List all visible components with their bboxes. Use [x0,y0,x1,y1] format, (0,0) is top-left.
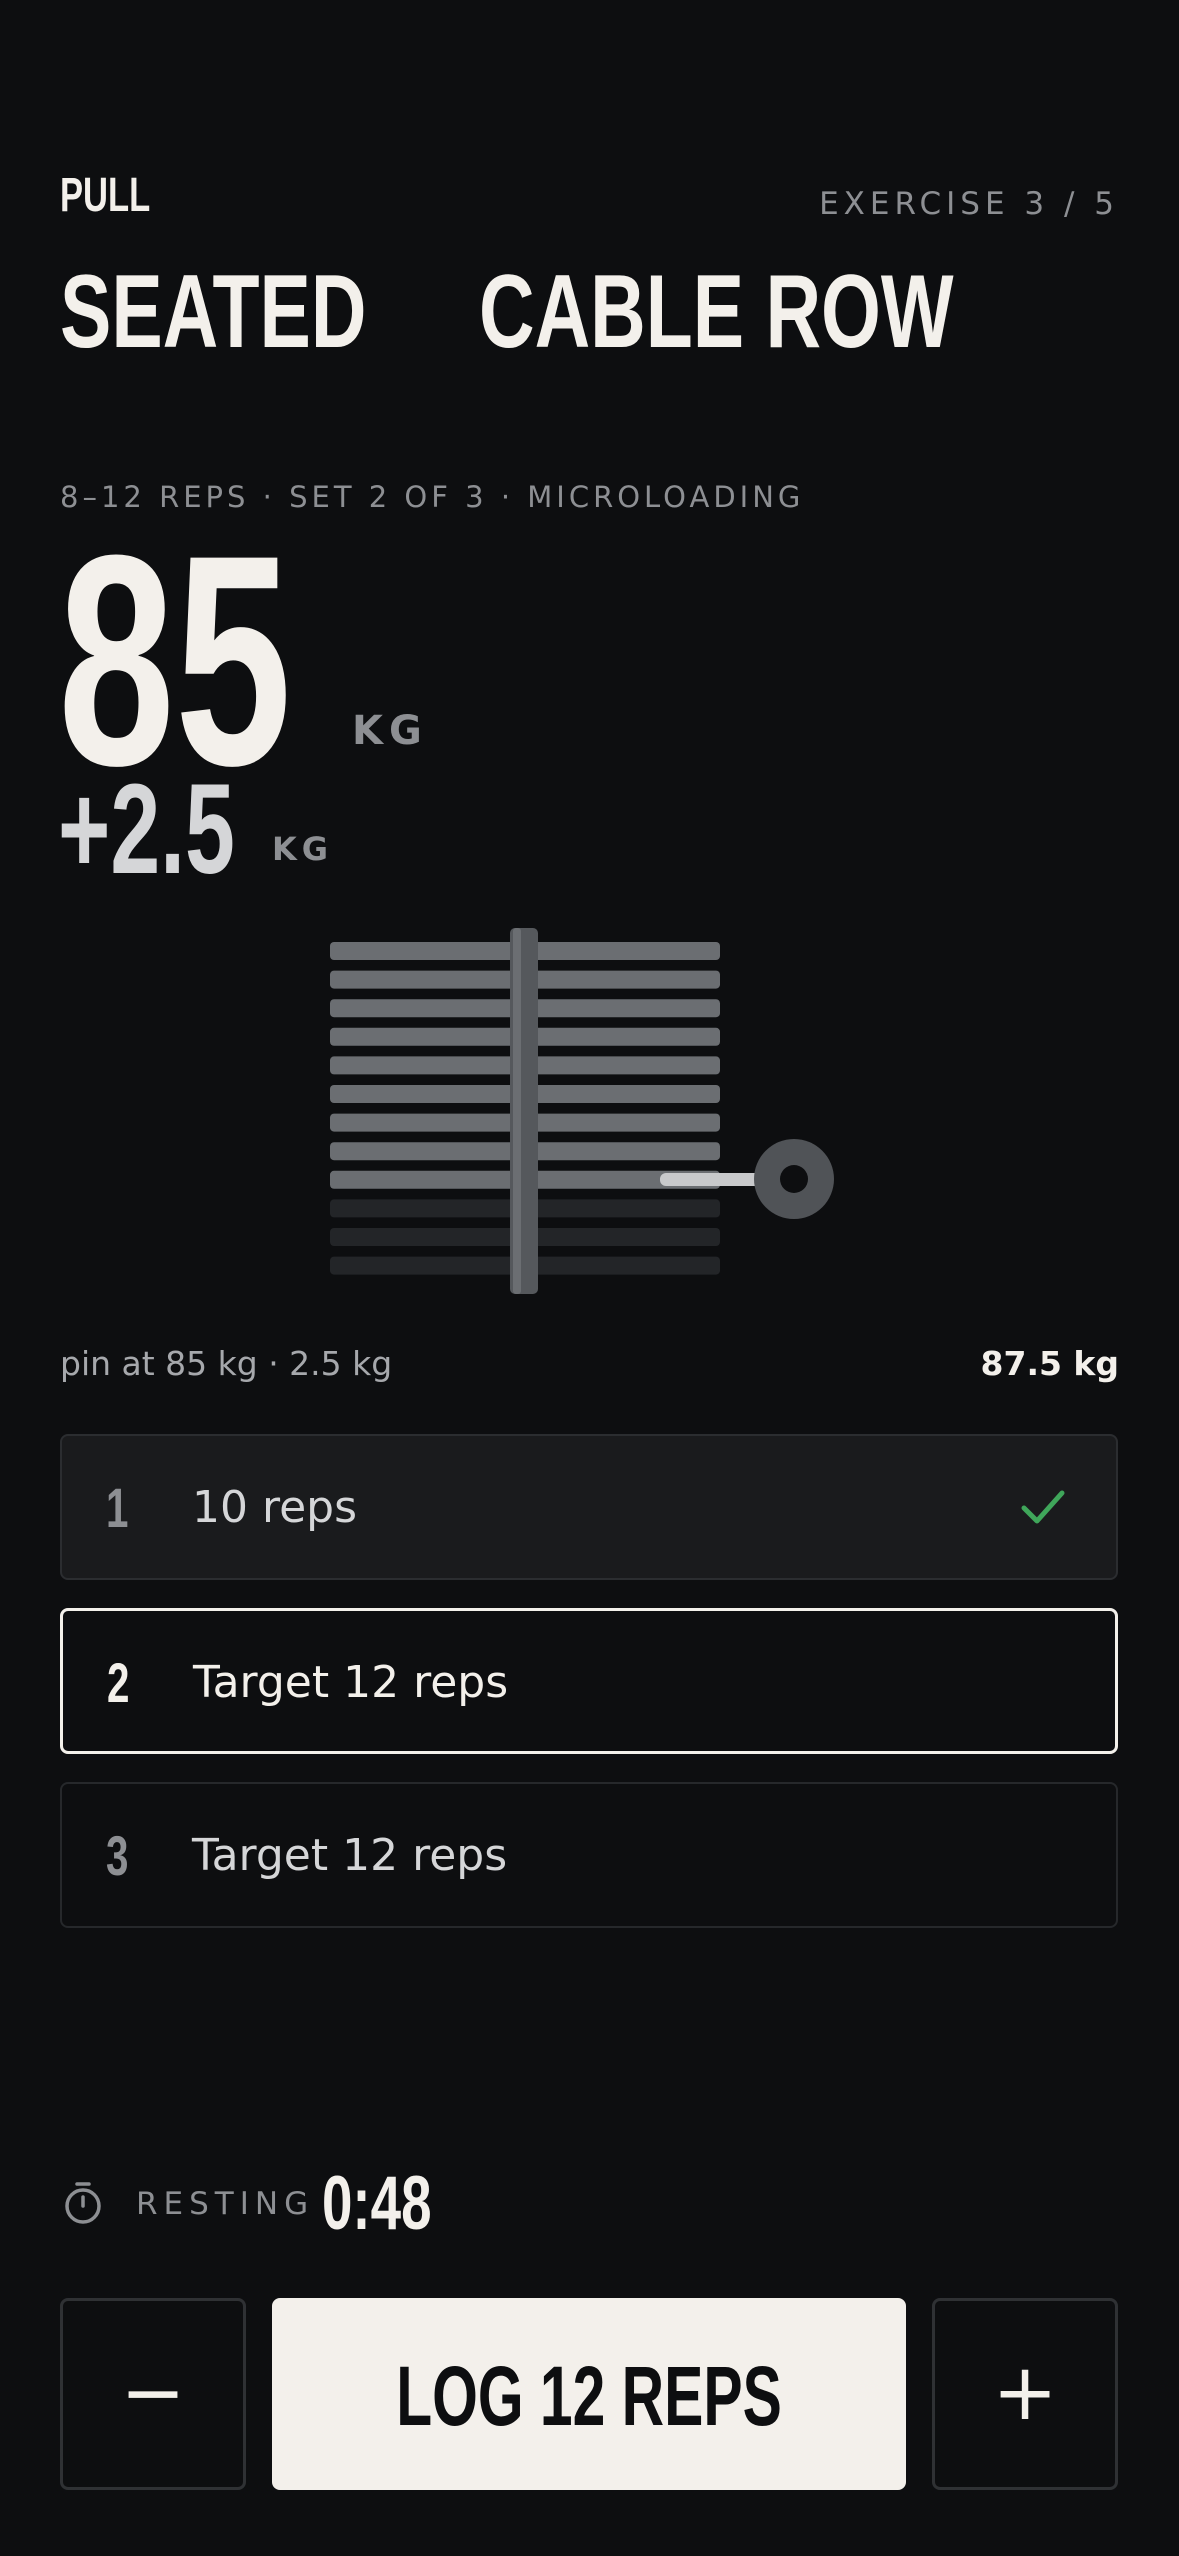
weight-stack-diagram [330,928,834,1294]
set-number: 1 [106,1476,129,1539]
set-number: 2 [107,1651,130,1714]
set-row-3[interactable]: 3 Target 12 reps [60,1782,1118,1928]
decrement-reps-button[interactable]: − [60,2298,246,2490]
rest-timer: 0:48 [322,2161,432,2246]
exercise-title: SEATED CABLE ROW [60,254,1120,370]
exercise-title-line2: CABLE ROW [478,254,954,370]
weight-unit: KG [352,708,428,754]
exercise-title-line1: SEATED [60,254,367,370]
microload-increment: +2.5 [58,758,235,901]
workout-category: PULL [60,169,151,222]
set-label: 10 reps [192,1482,358,1533]
minus-icon: − [120,2348,186,2438]
log-reps-label: LOG 12 REPS [396,2349,782,2443]
set-label: Target 12 reps [192,1830,508,1881]
set-row-2[interactable]: 2 Target 12 reps [60,1608,1118,1754]
rest-label: RESTING [136,2186,315,2222]
microload-unit: KG [272,830,334,868]
plus-icon: + [992,2348,1058,2438]
total-load: 87.5 kg [980,1344,1119,1383]
increment-reps-button[interactable]: + [932,2298,1118,2490]
pin-note: pin at 85 kg · 2.5 kg [60,1344,393,1383]
exercise-progress: EXERCISE 3 / 5 [819,186,1119,222]
set-label: Target 12 reps [193,1657,509,1708]
set-number: 3 [106,1824,129,1887]
check-icon [1021,1490,1065,1524]
log-reps-button[interactable]: LOG 12 REPS [272,2298,906,2490]
set-row-1[interactable]: 1 10 reps [60,1434,1118,1580]
stopwatch-icon [65,2182,101,2224]
